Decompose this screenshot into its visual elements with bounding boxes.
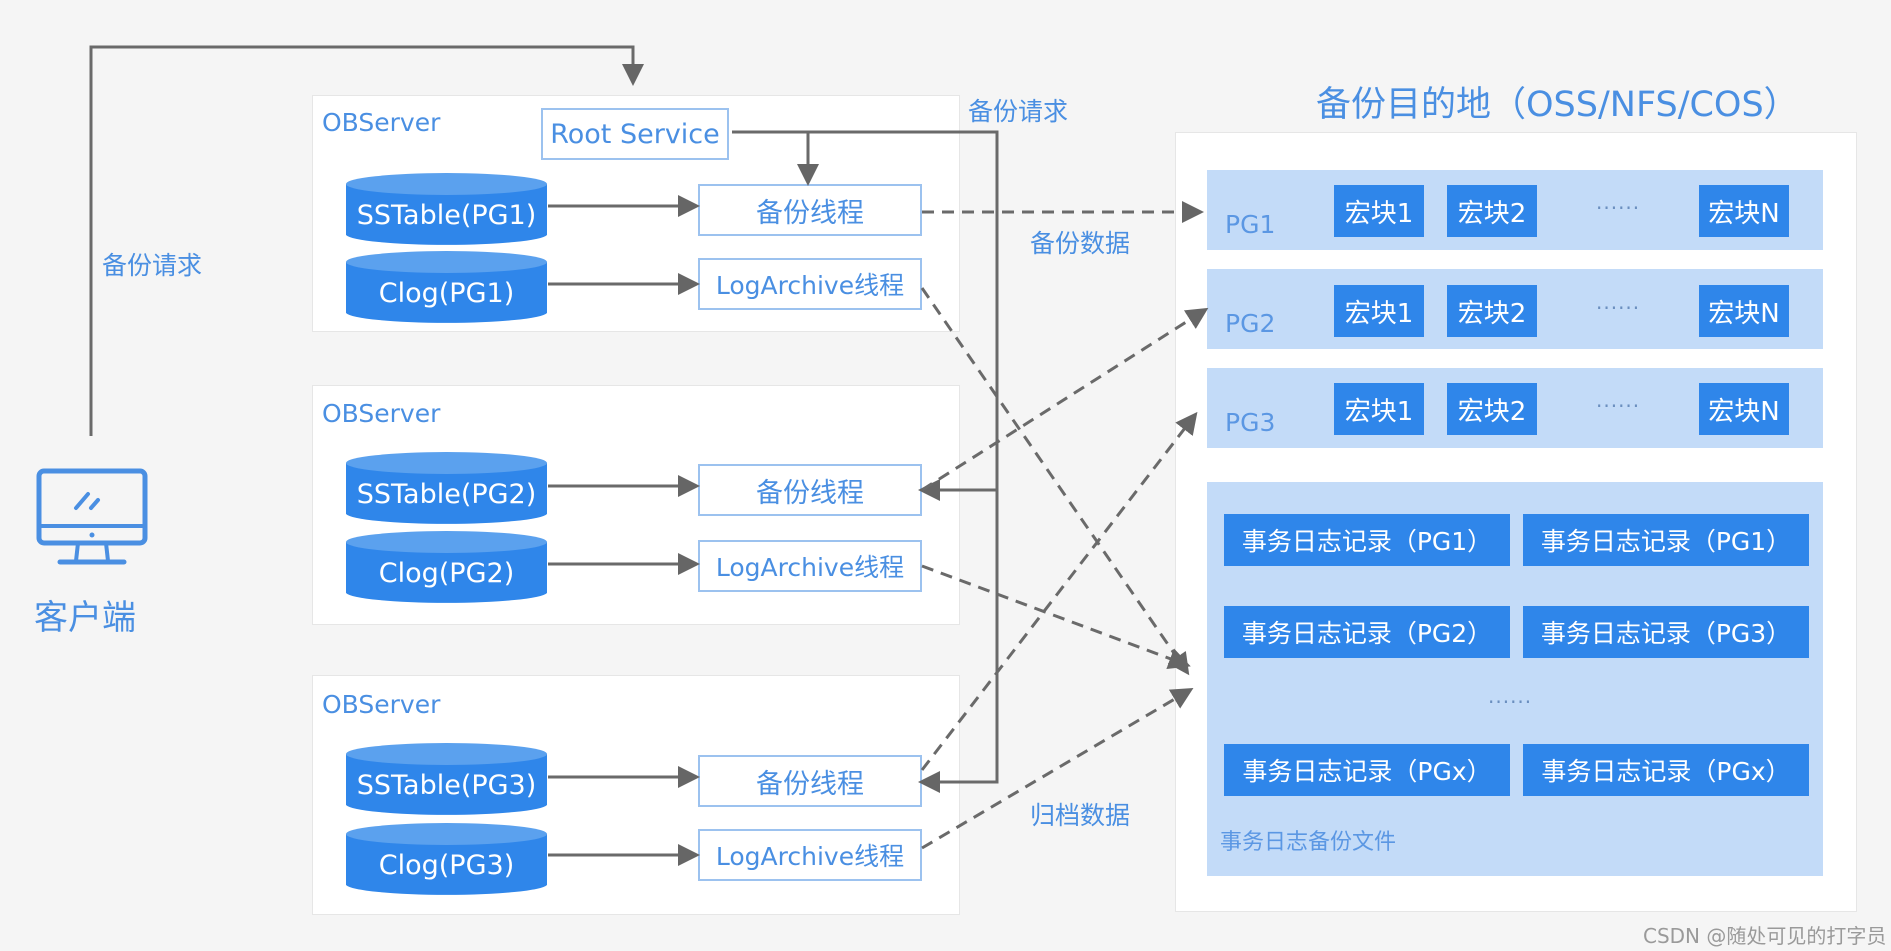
client-request-arrow <box>89 45 644 436</box>
archive-flow-2 <box>921 564 1191 670</box>
archive-flow-3 <box>921 687 1194 850</box>
backup-data-flow-3 <box>920 411 1198 771</box>
root-service-bus <box>732 130 999 793</box>
backup-data-flow-2 <box>921 307 1209 492</box>
connectors <box>89 45 1209 866</box>
watermark: CSDN @随处可见的打字员 <box>1643 924 1887 948</box>
